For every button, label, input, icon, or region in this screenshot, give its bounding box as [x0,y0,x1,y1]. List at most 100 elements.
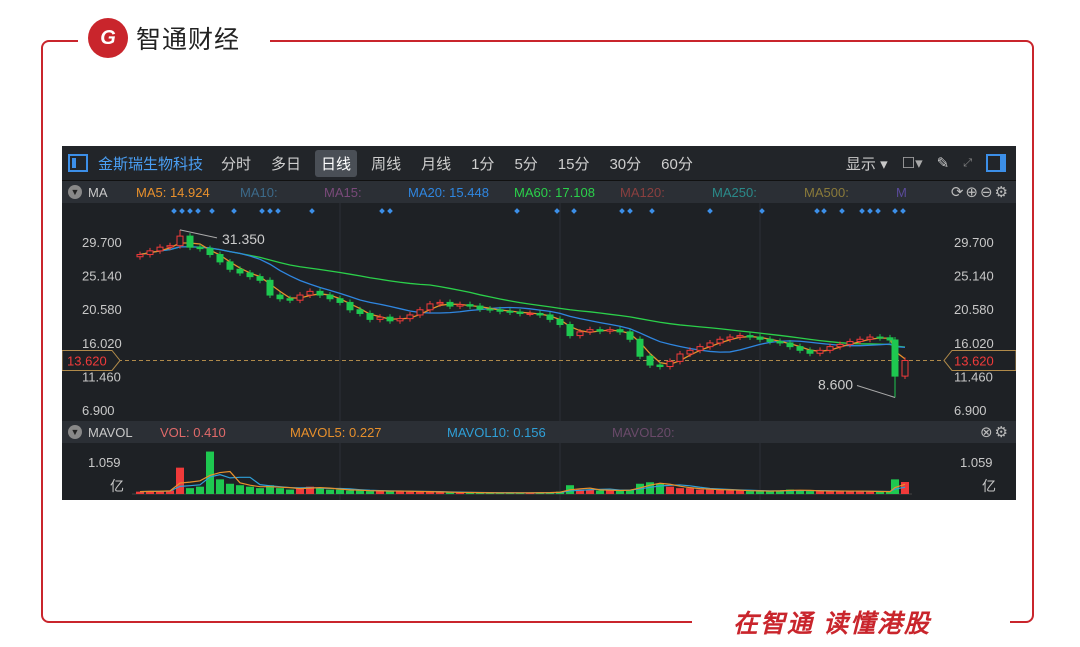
display-dropdown[interactable]: 显示 ▾ [846,153,888,174]
volume-bar [196,486,204,494]
candle-body [656,364,664,368]
candle-body [556,318,564,326]
candle-body [676,353,684,362]
candle-body [436,301,444,305]
volume-bar [746,491,754,494]
event-marker [275,208,281,214]
brush-icon[interactable]: ✎ [937,154,950,172]
event-marker [571,208,577,214]
period-tab[interactable]: 月线 [415,150,457,177]
vol-tick-right: 1.059 [960,455,993,470]
ma-legend-item: MA20: 15.448 [408,185,489,200]
candle-body [646,355,654,366]
ma-legend-item: M [896,185,907,200]
volume-bar [286,489,294,494]
volume-bar [176,467,184,494]
ma-legend-item: MA120: [620,185,665,200]
vol-controls[interactable]: ⊗⚙ [980,423,1010,441]
y-tick-left: 16.020 [82,336,122,351]
collapse-icon[interactable]: ▼ [68,185,82,199]
event-marker [859,208,865,214]
period-tab[interactable]: 分时 [215,150,257,177]
candle-body [416,309,424,316]
y-tick-right: 6.900 [954,403,987,418]
period-tab[interactable]: 周线 [365,150,407,177]
ma-controls[interactable]: ⟳⊕⊖⚙ [951,183,1010,201]
high-pointer [179,229,218,239]
candle-body [756,336,764,340]
ma-legend-item: MA250: [712,185,757,200]
candle-body [666,360,674,368]
candle-body [856,338,864,342]
y-tick-left: 29.700 [82,235,122,250]
candle-body [866,336,874,340]
period-tab[interactable]: 多日 [265,150,307,177]
period-tab[interactable]: 5分 [508,150,543,177]
candle-body [716,338,724,344]
ma-legend-row: ▼ MA MA5: 14.924 MA10: MA15: MA20: 15.448 MA… [62,181,1016,203]
period-tab[interactable]: 1分 [465,150,500,177]
event-marker [379,208,385,214]
logo-icon: G [88,18,128,58]
event-marker [267,208,273,214]
period-tab[interactable]: 60分 [655,150,699,177]
event-marker [309,208,315,214]
candle-body [446,301,454,307]
event-marker [707,208,713,214]
candle-body [746,335,754,338]
volume-bar [206,451,214,494]
candle-body [536,312,544,316]
panel-right-icon[interactable] [986,154,1006,172]
period-tab[interactable]: 日线 [315,149,358,177]
event-marker [627,208,633,214]
event-marker [875,208,881,214]
event-marker [900,208,906,214]
event-marker [649,208,655,214]
volume-bar [336,489,344,494]
candle-body [816,349,824,354]
volume-bar [736,490,744,494]
volume-bar [606,490,614,494]
rect-dropdown-icon[interactable]: ☐▾ [902,154,923,172]
y-tick-right: 20.580 [954,302,994,317]
candle-body [636,338,644,357]
fullscreen-icon[interactable]: ⤢ [963,157,972,170]
volume-bar [216,479,224,494]
volume-bar [316,488,324,494]
candle-body [186,235,194,248]
candle-body [246,272,254,278]
candle-body [706,342,714,348]
volume-chart[interactable]: 1.059 亿 1.059 亿 [62,443,1016,500]
stock-name[interactable]: 金斯瑞生物科技 [98,153,203,174]
vol-unit: 亿 [982,478,996,494]
candle-body [566,324,574,337]
candle-body [366,312,374,320]
candle-body [306,290,314,296]
event-marker [171,208,177,214]
ma-legend-item: MA60: 17.108 [514,185,595,200]
candle-body [891,339,899,377]
candle-body [806,349,814,354]
candle-body [726,336,734,340]
y-tick-right: 16.020 [954,336,994,351]
candle-body [836,343,844,348]
collapse-icon[interactable]: ▼ [68,425,82,439]
vol-unit: 亿 [110,478,124,494]
brand-name: 智通财经 [136,26,241,54]
candle-body [346,301,354,311]
sidebar-toggle-icon[interactable] [68,154,88,172]
period-tab[interactable]: 30分 [603,150,647,177]
candle-body [296,294,304,301]
candle-body [166,245,174,248]
candle-body [316,290,324,296]
ma-legend-item: MA500: [804,185,849,200]
candle-body [476,305,484,310]
volume-bar [596,490,604,494]
candle-body [786,342,794,348]
price-chart[interactable]: 29.700 29.700 25.140 25.140 20.580 20.580 16.0… [62,203,1016,421]
candle-body [216,254,224,263]
candle-body [376,316,384,320]
period-tab[interactable]: 15分 [552,150,596,177]
candle-body [196,246,204,250]
y-tick-right: 11.460 [954,369,993,384]
